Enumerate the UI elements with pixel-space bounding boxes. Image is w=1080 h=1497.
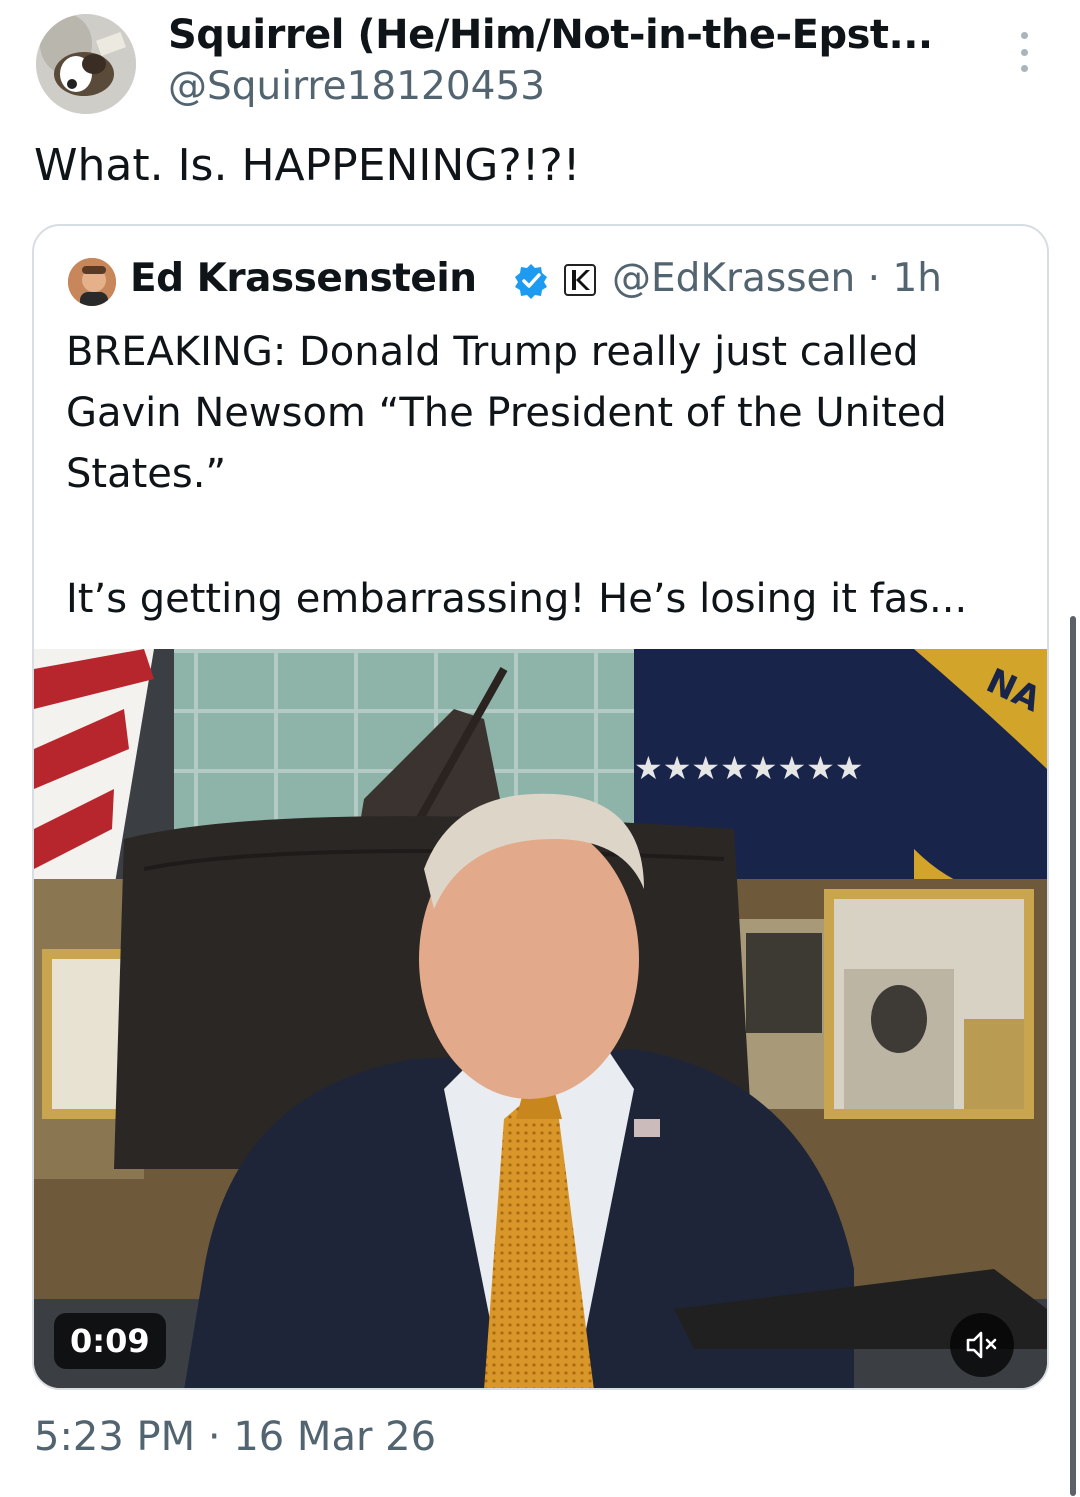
quoted-text-line: BREAKING: Donald Trump really just calle… bbox=[66, 329, 919, 375]
author-display-name[interactable]: Squirrel (He/Him/Not-in-the-Epst... bbox=[168, 12, 933, 58]
speaker-muted-icon bbox=[966, 1331, 997, 1359]
scrollbar[interactable] bbox=[1070, 616, 1076, 1496]
more-vertical-icon[interactable] bbox=[1016, 32, 1032, 72]
flag-stars: ★★★★★★★★ bbox=[634, 749, 864, 787]
person-avatar-icon bbox=[68, 258, 116, 306]
tweet-screen: Squirrel (He/Him/Not-in-the-Epst... @Squ… bbox=[0, 0, 1080, 1497]
svg-text:★★★★★★★★: ★★★★★★★★ bbox=[634, 749, 864, 787]
quoted-post-card[interactable]: Ed Krassenstein @EdKrassen · 1h BREAKING… bbox=[32, 224, 1049, 1390]
post-text: What. Is. HAPPENING?!?! bbox=[34, 140, 581, 191]
author-avatar[interactable] bbox=[36, 14, 136, 114]
verified-badge-icon bbox=[512, 262, 550, 300]
quoted-post-text: BREAKING: Donald Trump really just calle… bbox=[66, 322, 1036, 630]
quoted-text-line: Gavin Newsom “The President of the Unite… bbox=[66, 390, 947, 436]
mute-button[interactable] bbox=[950, 1313, 1014, 1377]
video-duration: 0:09 bbox=[54, 1313, 166, 1369]
quoted-author-handle-time: @EdKrassen · 1h bbox=[612, 256, 942, 301]
quoted-author-name[interactable]: Ed Krassenstein bbox=[130, 256, 477, 301]
quoted-text-line: It’s getting embarrassing! He’s losing i… bbox=[66, 576, 968, 622]
affiliate-k-icon[interactable] bbox=[564, 264, 596, 296]
dog-avatar-icon bbox=[36, 14, 136, 114]
quoted-author-avatar[interactable] bbox=[66, 256, 118, 308]
video-frame: NA ★★★★★★★★ bbox=[34, 649, 1047, 1388]
quoted-text-line: States.” bbox=[66, 451, 227, 497]
video-player[interactable]: NA ★★★★★★★★ 0:09 bbox=[34, 649, 1047, 1388]
author-handle[interactable]: @Squirre18120453 bbox=[168, 64, 545, 109]
post-timestamp[interactable]: 5:23 PM · 16 Mar 26 bbox=[34, 1414, 436, 1460]
